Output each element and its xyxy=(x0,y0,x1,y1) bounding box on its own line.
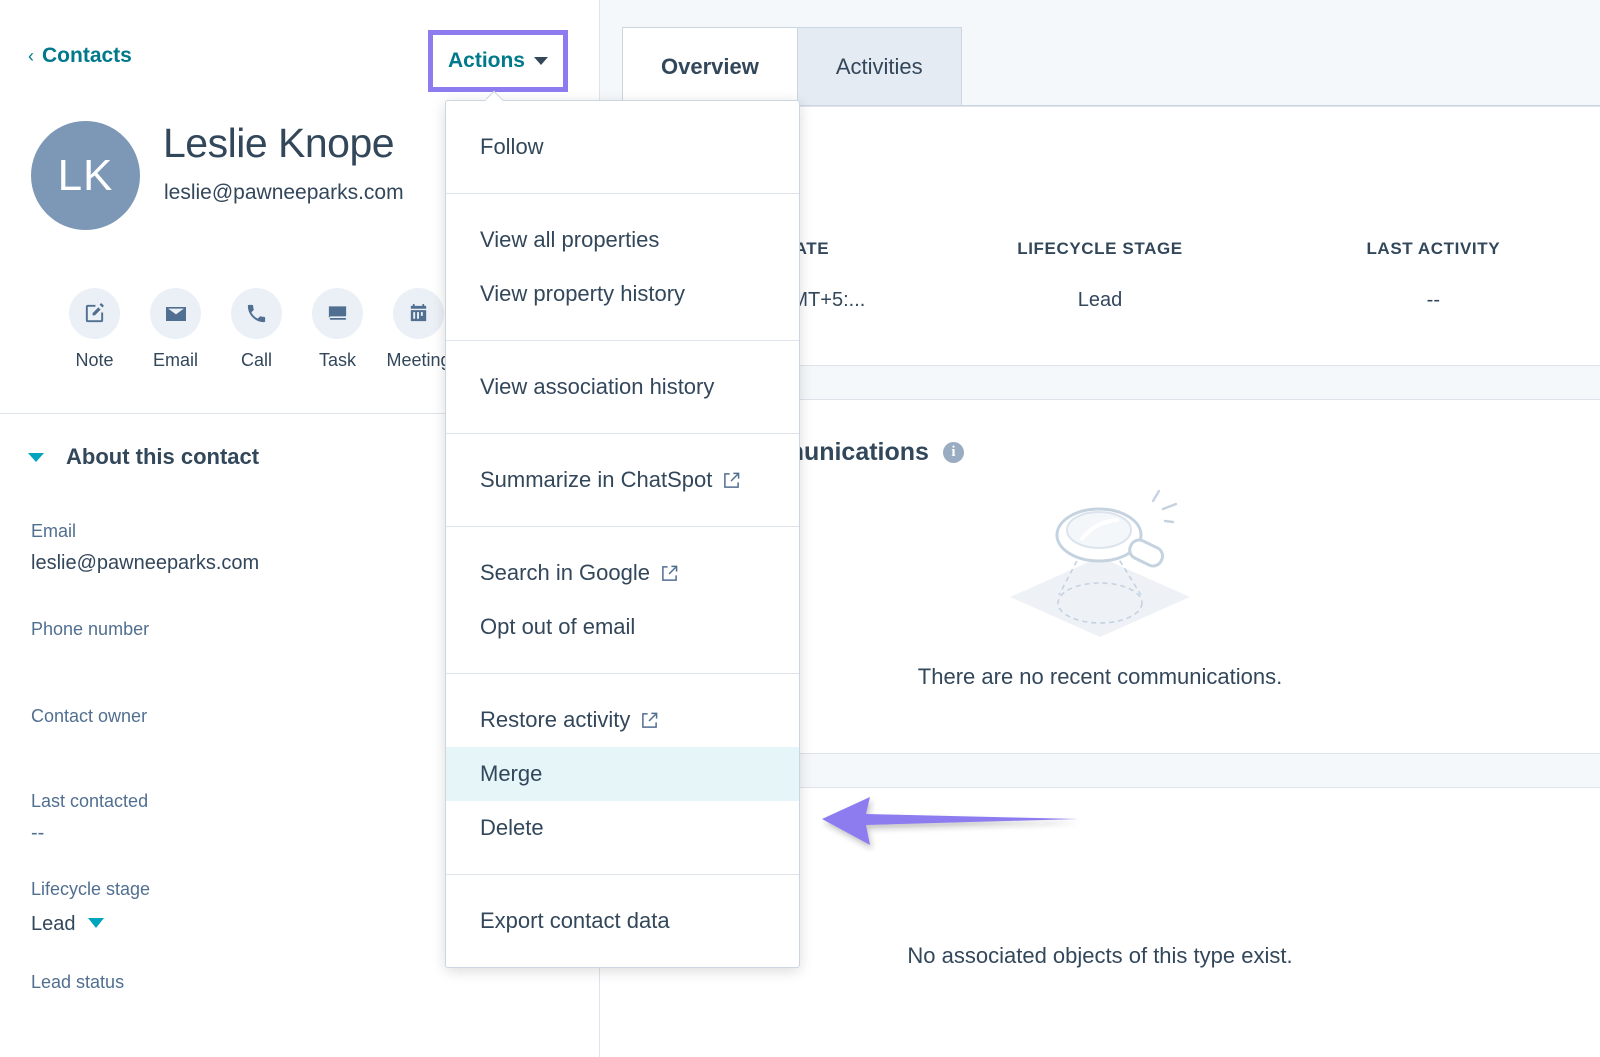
column-header: LIFECYCLE STAGE xyxy=(1017,239,1183,258)
chevron-down-icon xyxy=(28,452,44,462)
quick-action-label: Note xyxy=(75,350,114,370)
property-value[interactable]: leslie@pawneeparks.com xyxy=(31,548,431,578)
property-value[interactable]: Lead xyxy=(31,909,76,939)
note-icon xyxy=(69,288,120,339)
breadcrumb-label: Contacts xyxy=(42,44,132,67)
tab-bar: Overview Activities xyxy=(622,27,962,106)
menu-item-label: Follow xyxy=(480,134,544,159)
quick-action-meeting[interactable]: Meeting xyxy=(386,288,451,371)
quick-action-call[interactable]: Call xyxy=(225,288,288,371)
menu-item-label: Export contact data xyxy=(480,908,670,933)
chevron-down-icon xyxy=(534,57,548,65)
property-label: Phone number xyxy=(31,619,150,639)
quick-action-email[interactable]: Email xyxy=(144,288,207,371)
actions-button[interactable]: Actions xyxy=(428,30,568,92)
menu-item-export-contact-data[interactable]: Export contact data xyxy=(446,894,799,948)
actions-button-label: Actions xyxy=(447,49,525,72)
column-value: Lead xyxy=(1077,289,1123,311)
property-value[interactable]: -- xyxy=(31,818,431,848)
quick-action-label: Meeting xyxy=(386,350,451,370)
actions-dropdown-menu: Follow View all properties View property… xyxy=(445,100,800,968)
avatar: LK xyxy=(31,121,140,230)
external-link-icon xyxy=(641,712,658,729)
property-lifecycle-stage: Lifecycle stage Lead xyxy=(31,876,431,939)
about-section-title: About this contact xyxy=(66,444,260,469)
menu-item-label: View all properties xyxy=(480,227,660,252)
menu-item-restore-activity[interactable]: Restore activity xyxy=(446,693,799,747)
about-properties-list: Email leslie@pawneeparks.com Phone numbe… xyxy=(31,518,431,1034)
quick-action-label: Task xyxy=(318,350,356,370)
dropdown-group: Restore activity Merge Delete xyxy=(446,674,799,875)
quick-action-label: Call xyxy=(240,350,272,370)
property-phone-number: Phone number xyxy=(31,616,431,643)
call-icon xyxy=(231,288,282,339)
dropdown-group: View all properties View property histor… xyxy=(446,194,799,341)
property-label: Last contacted xyxy=(31,791,149,811)
quick-action-note[interactable]: Note xyxy=(63,288,126,371)
menu-item-merge[interactable]: Merge xyxy=(446,747,799,801)
tab-label: Overview xyxy=(661,53,759,79)
property-label: Contact owner xyxy=(31,706,148,726)
about-section-toggle[interactable]: About this contact xyxy=(28,444,259,470)
menu-item-label: View property history xyxy=(480,281,686,306)
app-root: ‹ Contacts LK Leslie Knope leslie@pawnee… xyxy=(0,0,1600,1057)
column-value: -- xyxy=(1426,289,1440,311)
menu-item-delete[interactable]: Delete xyxy=(446,801,799,855)
menu-item-view-association-history[interactable]: View association history xyxy=(446,360,799,414)
dropdown-group: Follow xyxy=(446,101,799,194)
dropdown-group: Export contact data xyxy=(446,875,799,967)
tab-activities[interactable]: Activities xyxy=(797,27,962,106)
menu-item-follow[interactable]: Follow xyxy=(446,120,799,174)
tab-overview[interactable]: Overview xyxy=(622,27,798,106)
menu-item-label: View association history xyxy=(480,374,715,399)
property-contact-owner: Contact owner xyxy=(31,703,431,730)
menu-item-summarize-in-chatspot[interactable]: Summarize in ChatSpot xyxy=(446,453,799,507)
menu-item-search-in-google[interactable]: Search in Google xyxy=(446,546,799,600)
property-email: Email leslie@pawneeparks.com xyxy=(31,518,431,578)
dropdown-group: Summarize in ChatSpot xyxy=(446,434,799,527)
property-label: Email xyxy=(31,521,77,541)
tab-label: Activities xyxy=(835,53,923,79)
property-label: Lifecycle stage xyxy=(31,879,151,899)
email-icon xyxy=(150,288,201,339)
menu-item-view-property-history[interactable]: View property history xyxy=(446,267,799,321)
property-lead-status: Lead status xyxy=(31,969,431,996)
menu-item-label: Restore activity xyxy=(480,707,631,732)
avatar-initials: LK xyxy=(57,150,114,200)
menu-item-label: Search in Google xyxy=(480,560,650,585)
page-title: Leslie Knope xyxy=(163,120,395,166)
menu-item-label: Opt out of email xyxy=(480,614,636,639)
menu-item-opt-out-of-email[interactable]: Opt out of email xyxy=(446,600,799,654)
dropdown-caret-icon xyxy=(486,90,506,101)
menu-item-label: Merge xyxy=(480,761,543,786)
summary-column-last-activity: LAST ACTIVITY -- xyxy=(1267,239,1600,312)
property-last-contacted: Last contacted -- xyxy=(31,788,431,848)
menu-item-label: Summarize in ChatSpot xyxy=(480,467,713,492)
quick-action-task[interactable]: Task xyxy=(306,288,369,371)
dropdown-group: View association history xyxy=(446,341,799,434)
menu-item-view-all-properties[interactable]: View all properties xyxy=(446,213,799,267)
quick-actions-row: Note Email Call Task Meeting xyxy=(63,288,451,371)
task-icon xyxy=(312,288,363,339)
meeting-icon xyxy=(393,288,444,339)
menu-item-label: Delete xyxy=(480,815,544,840)
back-chevron-icon: ‹ xyxy=(28,45,34,66)
chevron-down-icon[interactable] xyxy=(87,917,104,928)
column-header: LAST ACTIVITY xyxy=(1366,239,1501,258)
quick-action-label: Email xyxy=(152,350,198,370)
contact-email-subtitle: leslie@pawneeparks.com xyxy=(164,181,404,204)
summary-column-lifecycle-stage: LIFECYCLE STAGE Lead xyxy=(933,239,1266,312)
external-link-icon xyxy=(661,565,678,582)
magnifying-glass-empty-state-icon xyxy=(995,485,1205,650)
dropdown-group: Search in Google Opt out of email xyxy=(446,527,799,674)
info-icon[interactable]: i xyxy=(942,442,964,463)
property-label: Lead status xyxy=(31,972,125,992)
breadcrumb-contacts[interactable]: ‹ Contacts xyxy=(28,44,132,68)
external-link-icon xyxy=(723,472,740,489)
